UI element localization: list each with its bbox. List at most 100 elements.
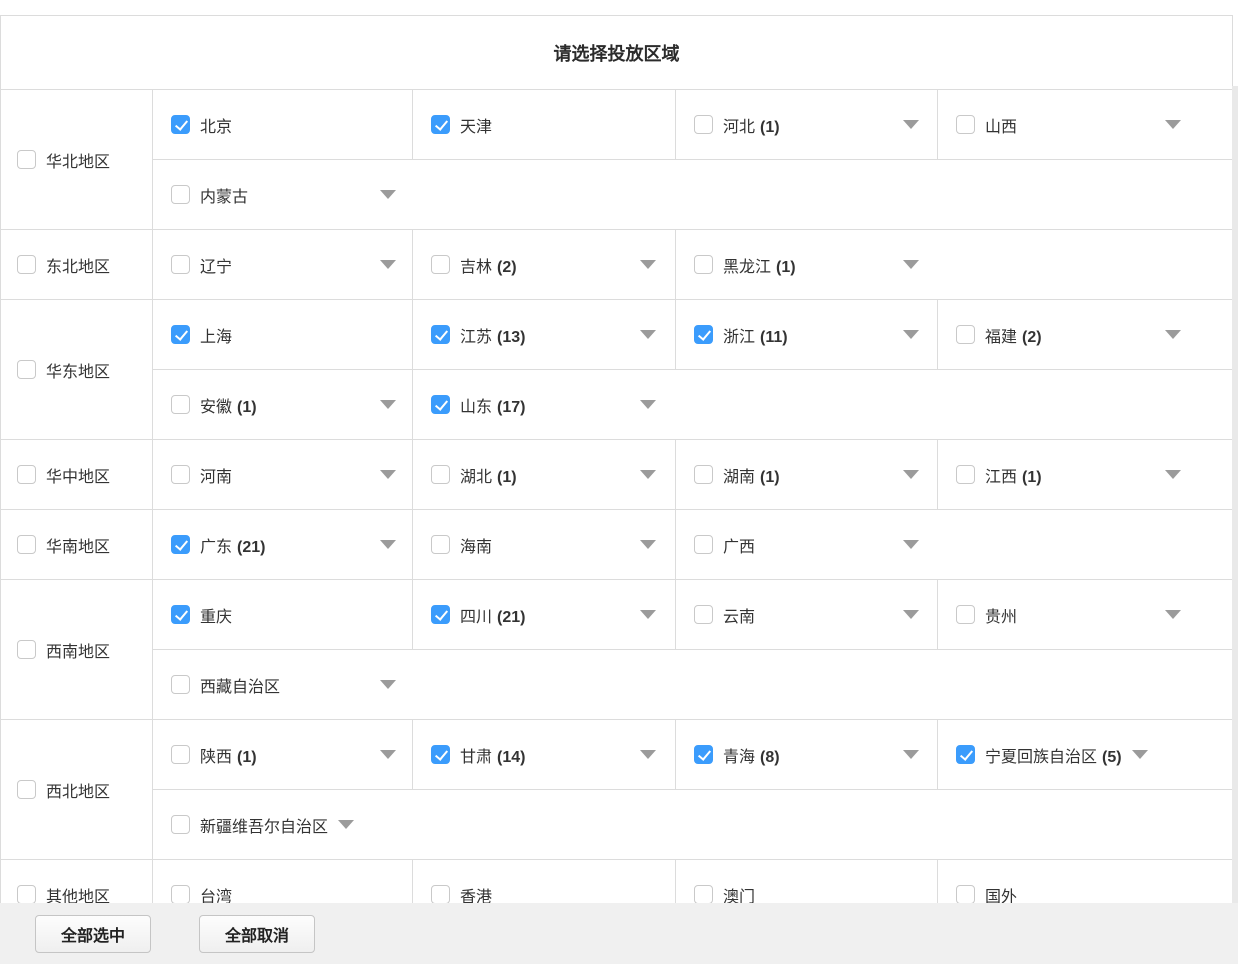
- province-checkbox[interactable]: [431, 255, 450, 274]
- province-name[interactable]: 天津: [460, 119, 492, 136]
- province-checkbox[interactable]: [431, 605, 450, 624]
- province-label[interactable]: 甘肃(14): [460, 743, 525, 767]
- province-name[interactable]: 陕西: [200, 749, 232, 766]
- province-checkbox[interactable]: [431, 745, 450, 764]
- region-checkbox[interactable]: [17, 640, 36, 659]
- dropdown-arrow-icon[interactable]: [903, 750, 919, 759]
- region-checkbox[interactable]: [17, 150, 36, 169]
- dropdown-arrow-icon[interactable]: [380, 540, 396, 549]
- province-checkbox[interactable]: [694, 745, 713, 764]
- region-checkbox[interactable]: [17, 360, 36, 379]
- province-checkbox[interactable]: [694, 255, 713, 274]
- dropdown-arrow-icon[interactable]: [1132, 750, 1148, 759]
- region-checkbox[interactable]: [17, 885, 36, 904]
- province-name[interactable]: 江苏: [460, 329, 492, 346]
- province-label[interactable]: 吉林(2): [460, 253, 517, 277]
- province-checkbox[interactable]: [956, 325, 975, 344]
- region-checkbox[interactable]: [17, 535, 36, 554]
- province-name[interactable]: 福建: [985, 329, 1017, 346]
- dropdown-arrow-icon[interactable]: [640, 470, 656, 479]
- province-checkbox[interactable]: [694, 325, 713, 344]
- province-label[interactable]: 内蒙古: [200, 183, 248, 207]
- province-label[interactable]: 云南: [723, 603, 755, 627]
- dropdown-arrow-icon[interactable]: [380, 190, 396, 199]
- region-label[interactable]: 华北地区: [46, 148, 110, 172]
- dropdown-arrow-icon[interactable]: [1165, 120, 1181, 129]
- province-name[interactable]: 浙江: [723, 329, 755, 346]
- province-checkbox[interactable]: [171, 535, 190, 554]
- province-label[interactable]: 宁夏回族自治区(5): [985, 743, 1122, 767]
- dropdown-arrow-icon[interactable]: [380, 750, 396, 759]
- province-checkbox[interactable]: [431, 535, 450, 554]
- province-checkbox[interactable]: [956, 115, 975, 134]
- province-name[interactable]: 重庆: [200, 609, 232, 626]
- region-checkbox[interactable]: [17, 780, 36, 799]
- dropdown-arrow-icon[interactable]: [640, 260, 656, 269]
- province-checkbox[interactable]: [694, 465, 713, 484]
- province-name[interactable]: 青海: [723, 749, 755, 766]
- province-label[interactable]: 山西: [985, 113, 1017, 137]
- province-name[interactable]: 宁夏回族自治区: [985, 749, 1097, 766]
- province-checkbox[interactable]: [694, 535, 713, 554]
- province-name[interactable]: 内蒙古: [200, 189, 248, 206]
- province-name[interactable]: 西藏自治区: [200, 679, 280, 696]
- province-name[interactable]: 安徽: [200, 399, 232, 416]
- province-checkbox[interactable]: [171, 605, 190, 624]
- province-checkbox[interactable]: [171, 255, 190, 274]
- dropdown-arrow-icon[interactable]: [380, 680, 396, 689]
- province-label[interactable]: 天津: [460, 113, 492, 137]
- region-label[interactable]: 西南地区: [46, 638, 110, 662]
- dropdown-arrow-icon[interactable]: [640, 330, 656, 339]
- dropdown-arrow-icon[interactable]: [1165, 330, 1181, 339]
- select-all-button[interactable]: 全部选中: [35, 915, 151, 953]
- province-label[interactable]: 湖北(1): [460, 463, 517, 487]
- province-label[interactable]: 江苏(13): [460, 323, 525, 347]
- dropdown-arrow-icon[interactable]: [640, 750, 656, 759]
- region-checkbox[interactable]: [17, 255, 36, 274]
- province-name[interactable]: 湖北: [460, 469, 492, 486]
- dropdown-arrow-icon[interactable]: [1165, 470, 1181, 479]
- province-checkbox[interactable]: [171, 325, 190, 344]
- province-name[interactable]: 河北: [723, 119, 755, 136]
- province-label[interactable]: 福建(2): [985, 323, 1042, 347]
- province-label[interactable]: 河南: [200, 463, 232, 487]
- province-checkbox[interactable]: [171, 815, 190, 834]
- province-name[interactable]: 云南: [723, 609, 755, 626]
- dropdown-arrow-icon[interactable]: [903, 330, 919, 339]
- province-checkbox[interactable]: [431, 325, 450, 344]
- province-label[interactable]: 上海: [200, 323, 232, 347]
- province-label[interactable]: 海南: [460, 533, 492, 557]
- province-label[interactable]: 湖南(1): [723, 463, 780, 487]
- dropdown-arrow-icon[interactable]: [338, 820, 354, 829]
- province-name[interactable]: 上海: [200, 329, 232, 346]
- province-name[interactable]: 黑龙江: [723, 259, 771, 276]
- province-label[interactable]: 西藏自治区: [200, 673, 280, 697]
- province-checkbox[interactable]: [956, 605, 975, 624]
- province-name[interactable]: 江西: [985, 469, 1017, 486]
- province-name[interactable]: 四川: [460, 609, 492, 626]
- province-checkbox[interactable]: [171, 185, 190, 204]
- region-label[interactable]: 华中地区: [46, 463, 110, 487]
- province-checkbox[interactable]: [171, 675, 190, 694]
- region-label[interactable]: 东北地区: [46, 253, 110, 277]
- province-checkbox[interactable]: [694, 885, 713, 904]
- province-label[interactable]: 黑龙江(1): [723, 253, 796, 277]
- province-checkbox[interactable]: [171, 395, 190, 414]
- province-label[interactable]: 新疆维吾尔自治区: [200, 813, 328, 837]
- dropdown-arrow-icon[interactable]: [903, 470, 919, 479]
- province-checkbox[interactable]: [956, 465, 975, 484]
- dropdown-arrow-icon[interactable]: [640, 610, 656, 619]
- province-label[interactable]: 山东(17): [460, 393, 525, 417]
- province-label[interactable]: 浙江(11): [723, 323, 788, 347]
- province-label[interactable]: 四川(21): [460, 603, 525, 627]
- province-name[interactable]: 广西: [723, 539, 755, 556]
- dropdown-arrow-icon[interactable]: [903, 120, 919, 129]
- dropdown-arrow-icon[interactable]: [903, 260, 919, 269]
- dropdown-arrow-icon[interactable]: [380, 470, 396, 479]
- province-name[interactable]: 北京: [200, 119, 232, 136]
- dropdown-arrow-icon[interactable]: [640, 400, 656, 409]
- province-label[interactable]: 安徽(1): [200, 393, 257, 417]
- dropdown-arrow-icon[interactable]: [903, 610, 919, 619]
- province-label[interactable]: 重庆: [200, 603, 232, 627]
- province-label[interactable]: 河北(1): [723, 113, 780, 137]
